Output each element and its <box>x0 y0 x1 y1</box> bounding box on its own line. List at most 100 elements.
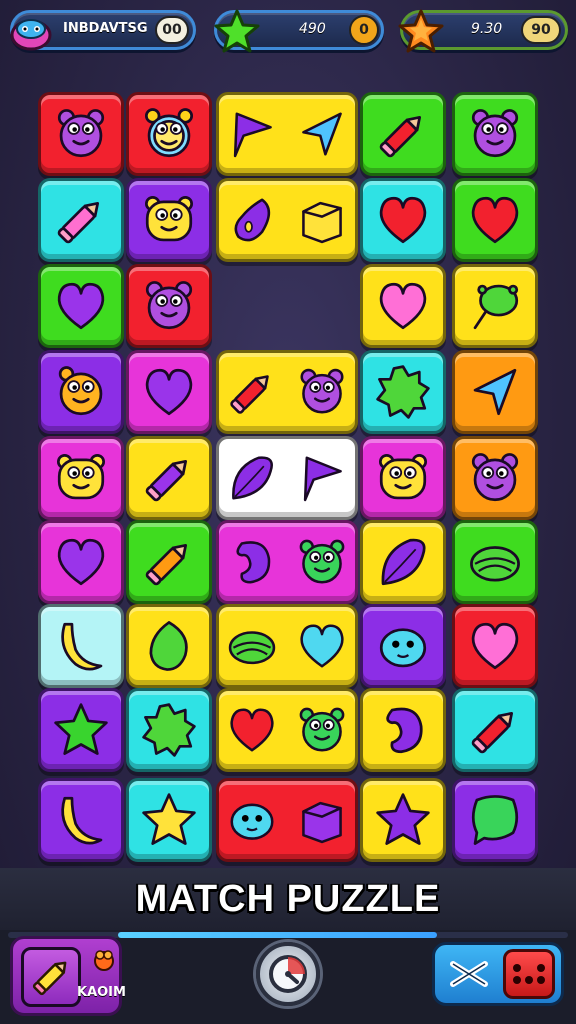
pink-pencil-icon <box>57 201 100 244</box>
tile-yellow[interactable] <box>216 688 358 772</box>
tile-yellow[interactable] <box>126 604 212 688</box>
red-pencil-icon <box>471 711 514 754</box>
powerup-panel: KAOIM <box>10 936 126 1016</box>
pink-heart-icon <box>379 282 427 330</box>
orange-star-icon <box>398 9 444 53</box>
tile-purple[interactable] <box>360 604 446 688</box>
tile-orange[interactable] <box>452 436 538 520</box>
tile-green[interactable] <box>38 264 124 348</box>
tile-green[interactable] <box>452 178 538 262</box>
tile-yellow[interactable] <box>360 264 446 348</box>
green-shell-icon <box>470 546 520 582</box>
tile-magenta[interactable] <box>126 350 212 434</box>
yellow-star-icon <box>142 793 196 845</box>
tile-magenta[interactable] <box>360 436 446 520</box>
player-badge: 00 <box>155 16 189 44</box>
cyan-blob-icon <box>379 628 427 668</box>
purple-star-icon <box>376 793 430 845</box>
game-title: MATCH PUZZLE <box>135 877 441 920</box>
tile-yellow[interactable] <box>452 264 538 348</box>
tile-cyan[interactable] <box>38 178 124 262</box>
level-progress-fill <box>118 932 438 938</box>
top-hud: INBDAVTSG 00 490 0 9.30 90 <box>0 0 576 70</box>
moves-badge: 0 <box>349 15 379 45</box>
cyan-blob-icon <box>230 803 274 840</box>
dice-button[interactable] <box>503 949 555 999</box>
dice-pip <box>525 976 533 984</box>
tile-green[interactable] <box>452 92 538 176</box>
tile-cyan[interactable] <box>452 688 538 772</box>
tile-purple[interactable] <box>38 350 124 434</box>
tile-purple[interactable] <box>38 688 124 772</box>
green-balloon-icon <box>473 284 519 330</box>
tile-purple[interactable] <box>38 778 124 862</box>
purple-bean-icon <box>386 707 423 754</box>
green-leaf-icon <box>149 621 188 671</box>
dice-pip <box>537 964 545 972</box>
yellow-monster-face-icon <box>56 453 106 500</box>
tile-purple[interactable] <box>126 178 212 262</box>
tile-lightcyan[interactable] <box>38 604 124 688</box>
tile-green[interactable] <box>360 92 446 176</box>
tile-purple[interactable] <box>452 778 538 862</box>
score-badge: 90 <box>521 16 561 44</box>
tools-panel <box>432 942 564 1006</box>
score-panel[interactable]: 9.30 90 <box>398 9 568 53</box>
tile-orange[interactable] <box>452 350 538 434</box>
shuffle-button[interactable] <box>441 951 497 997</box>
tile-red[interactable] <box>126 264 212 348</box>
dice-pip <box>513 976 521 984</box>
tile-green[interactable] <box>452 520 538 604</box>
tile-cyan[interactable] <box>360 350 446 434</box>
yellow-monster-face-icon <box>144 195 194 242</box>
tile-green[interactable] <box>126 520 212 604</box>
tile-magenta[interactable] <box>38 436 124 520</box>
tile-yellow[interactable] <box>360 778 446 862</box>
tile-cyan[interactable] <box>126 778 212 862</box>
red-heart-icon <box>471 196 519 244</box>
bear-face-icon <box>471 453 519 502</box>
alarm-clock-face-icon <box>144 108 194 158</box>
tile-red[interactable] <box>126 92 212 176</box>
bear-face-icon <box>145 281 193 330</box>
purple-heart-icon <box>57 538 105 586</box>
tile-red[interactable] <box>38 92 124 176</box>
tile-yellow[interactable] <box>126 436 212 520</box>
bear-face-icon <box>471 109 519 158</box>
player-panel[interactable]: INBDAVTSG 00 <box>10 10 196 51</box>
tile-cyan[interactable] <box>126 688 212 772</box>
bottom-bar: KAOIM <box>0 930 576 1024</box>
cube-icon <box>302 201 342 244</box>
red-pencil-icon <box>379 115 422 158</box>
moves-panel[interactable]: 490 0 <box>214 9 384 53</box>
pencil-powerup-button[interactable] <box>21 947 81 1007</box>
green-splat-icon <box>376 365 430 419</box>
score-value: 9.30 <box>471 21 503 37</box>
tile-yellow[interactable] <box>360 520 446 604</box>
bear-face-icon <box>300 368 344 414</box>
title-banner: MATCH PUZZLE <box>0 868 576 930</box>
tile-cyan[interactable] <box>360 178 446 262</box>
tile-yellow[interactable] <box>216 178 358 262</box>
cyan-heart-icon <box>300 624 344 668</box>
tile-red[interactable] <box>216 778 358 862</box>
tile-yellow[interactable] <box>216 92 358 176</box>
red-heart-icon <box>230 708 274 752</box>
orange-pencil-icon <box>145 543 188 586</box>
tile-yellow[interactable] <box>216 350 358 434</box>
dice-pip <box>537 976 545 984</box>
tile-magenta[interactable] <box>38 520 124 604</box>
tile-white[interactable] <box>216 436 358 520</box>
tile-yellow[interactable] <box>216 604 358 688</box>
game-board <box>38 92 544 868</box>
banana-icon <box>61 622 103 671</box>
green-shell-icon <box>228 631 276 665</box>
pencil-icon <box>32 961 67 996</box>
tile-red[interactable] <box>452 604 538 688</box>
arrow-cursor-icon <box>473 368 517 416</box>
timer-button[interactable] <box>256 942 320 1006</box>
tile-yellow[interactable] <box>360 688 446 772</box>
timer-dial-icon <box>269 955 307 993</box>
tile-magenta[interactable] <box>216 520 358 604</box>
purple-bean-icon <box>236 541 271 584</box>
